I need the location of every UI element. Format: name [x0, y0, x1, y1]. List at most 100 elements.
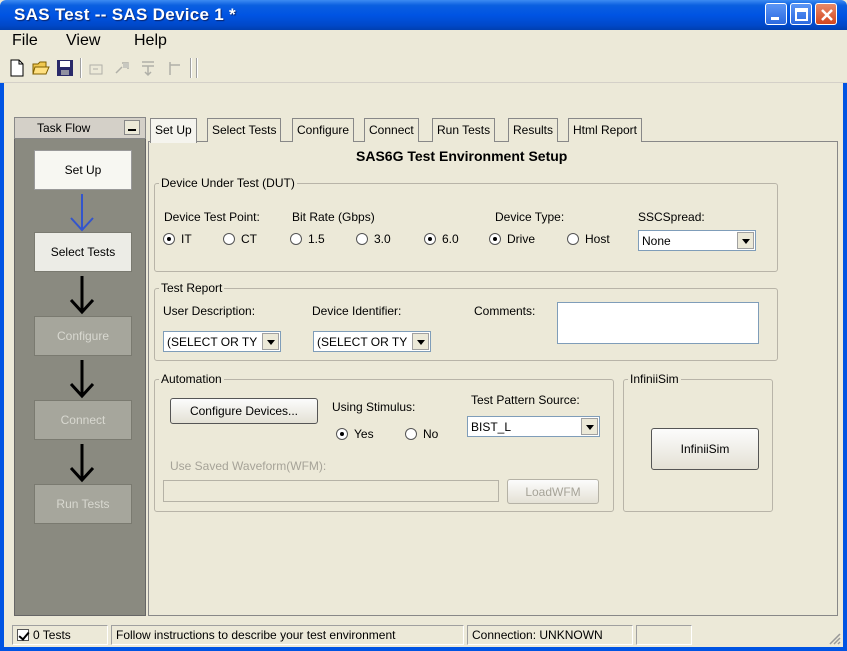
radio-dot — [567, 233, 579, 245]
radio-label: Drive — [507, 232, 536, 246]
open-folder-icon[interactable] — [32, 59, 50, 77]
toolbar-separator — [196, 58, 198, 78]
radio-label: 1.5 — [308, 232, 325, 246]
menu-bar: File View Help — [0, 30, 847, 53]
tab-html-report[interactable]: Html Report — [568, 118, 643, 142]
tests-count: 0 Tests — [33, 628, 71, 642]
radio-bit-rate-1-5[interactable]: 1.5 — [290, 232, 325, 246]
ssc-label: SSCSpread: — [638, 210, 705, 224]
configure-devices-button[interactable]: Configure Devices... — [170, 398, 318, 424]
task-flow-header: Task Flow — [14, 117, 146, 139]
resize-grip-icon[interactable] — [827, 631, 841, 645]
status-message: Follow instructions to describe your tes… — [111, 625, 464, 645]
tab-configure[interactable]: Configure — [292, 118, 355, 142]
taskflow-step-select-tests[interactable]: Select Tests — [34, 232, 132, 272]
connection-status: Connection: UNKNOWN — [467, 625, 633, 645]
new-file-icon[interactable] — [8, 59, 26, 77]
arrow-down-icon — [69, 360, 95, 399]
tab-connect[interactable]: Connect — [364, 118, 419, 142]
menu-view[interactable]: View — [66, 32, 100, 50]
arrow-down-icon — [70, 194, 94, 232]
infiniisim-button[interactable]: InfiniiSim — [651, 428, 759, 470]
save-icon[interactable] — [56, 59, 74, 77]
chevron-down-icon[interactable] — [737, 232, 754, 249]
infiniisim-legend: InfiniiSim — [630, 372, 679, 386]
toolbar-separator — [190, 58, 192, 78]
saved-waveform-path-field[interactable] — [163, 480, 499, 502]
radio-dot — [163, 233, 175, 245]
automation-legend: Automation — [161, 372, 222, 386]
ssc-spread-select[interactable]: None — [638, 230, 756, 251]
menu-help[interactable]: Help — [134, 32, 167, 50]
tests-count-cell[interactable]: 0 Tests — [12, 625, 108, 645]
toolbar — [0, 53, 847, 83]
chevron-down-icon[interactable] — [262, 333, 279, 350]
test-pattern-source-label: Test Pattern Source: — [471, 393, 580, 407]
test-point-label: Device Test Point: — [164, 210, 260, 224]
radio-dot — [336, 428, 348, 440]
task-flow-title: Task Flow — [37, 121, 91, 135]
chevron-down-icon[interactable] — [412, 333, 429, 350]
load-wfm-button[interactable]: LoadWFM — [507, 479, 599, 504]
radio-label: CT — [241, 232, 257, 246]
taskflow-step-connect[interactable]: Connect — [34, 400, 132, 440]
radio-dot — [290, 233, 302, 245]
minimize-button[interactable] — [765, 3, 787, 25]
comments-field[interactable] — [557, 302, 759, 344]
status-bar: 0 Tests Follow instructions to describe … — [8, 623, 843, 647]
user-description-value: (SELECT OR TY — [167, 335, 258, 349]
close-icon — [821, 9, 833, 21]
radio-dot — [405, 428, 417, 440]
radio-bit-rate-3-0[interactable]: 3.0 — [356, 232, 391, 246]
page-title: SAS6G Test Environment Setup — [356, 148, 568, 164]
ssc-spread-value: None — [642, 234, 671, 248]
disabled-tool-1-icon[interactable] — [88, 59, 106, 77]
test-report-legend: Test Report — [161, 281, 223, 295]
radio-test-point-ct[interactable]: CT — [223, 232, 257, 246]
taskflow-step-set-up[interactable]: Set Up — [34, 150, 132, 190]
radio-stimulus-yes[interactable]: Yes — [336, 427, 374, 441]
radio-label: Host — [585, 232, 610, 246]
tab-results[interactable]: Results — [508, 118, 559, 142]
taskflow-step-run-tests[interactable]: Run Tests — [34, 484, 132, 524]
arrow-down-icon — [69, 276, 95, 315]
dut-group: Device Under Test (DUT) — [154, 176, 778, 272]
status-empty-cell — [636, 625, 692, 645]
radio-bit-rate-6-0[interactable]: 6.0 — [424, 232, 459, 246]
user-description-combo[interactable]: (SELECT OR TY — [163, 331, 281, 352]
test-pattern-source-select[interactable]: BIST_L — [467, 416, 600, 437]
disabled-tool-4-icon[interactable] — [166, 59, 184, 77]
menu-file[interactable]: File — [12, 32, 38, 50]
radio-label: 3.0 — [374, 232, 391, 246]
checkbox-icon[interactable] — [17, 629, 29, 641]
radio-dot — [223, 233, 235, 245]
disabled-tool-2-icon[interactable] — [114, 59, 132, 77]
device-type-label: Device Type: — [495, 210, 565, 224]
taskflow-step-configure[interactable]: Configure — [34, 316, 132, 356]
tab-set-up[interactable]: Set Up — [150, 118, 197, 143]
radio-stimulus-no[interactable]: No — [405, 427, 438, 441]
radio-label: Yes — [354, 427, 374, 441]
maximize-button[interactable] — [790, 3, 812, 25]
radio-label: 6.0 — [442, 232, 459, 246]
device-identifier-value: (SELECT OR TY — [317, 335, 408, 349]
device-identifier-combo[interactable]: (SELECT OR TY — [313, 331, 431, 352]
disabled-tool-3-icon[interactable] — [140, 59, 158, 77]
radio-device-drive[interactable]: Drive — [489, 232, 535, 246]
radio-label: No — [423, 427, 439, 441]
chevron-down-icon[interactable] — [581, 418, 598, 435]
user-description-label: User Description: — [163, 304, 256, 318]
task-flow-minimize-button[interactable] — [124, 120, 140, 135]
test-pattern-source-value: BIST_L — [471, 420, 512, 434]
close-button[interactable] — [815, 3, 837, 25]
radio-dot — [424, 233, 436, 245]
radio-device-host[interactable]: Host — [567, 232, 610, 246]
window-frame-bottom — [0, 647, 847, 651]
tab-run-tests[interactable]: Run Tests — [432, 118, 496, 142]
window-title: SAS Test -- SAS Device 1 * — [14, 5, 236, 24]
maximize-icon — [795, 8, 808, 21]
tab-select-tests[interactable]: Select Tests — [207, 118, 282, 142]
comments-label: Comments: — [474, 304, 536, 318]
radio-test-point-it[interactable]: IT — [163, 232, 192, 246]
title-bar[interactable]: SAS Test -- SAS Device 1 * — [0, 0, 847, 30]
